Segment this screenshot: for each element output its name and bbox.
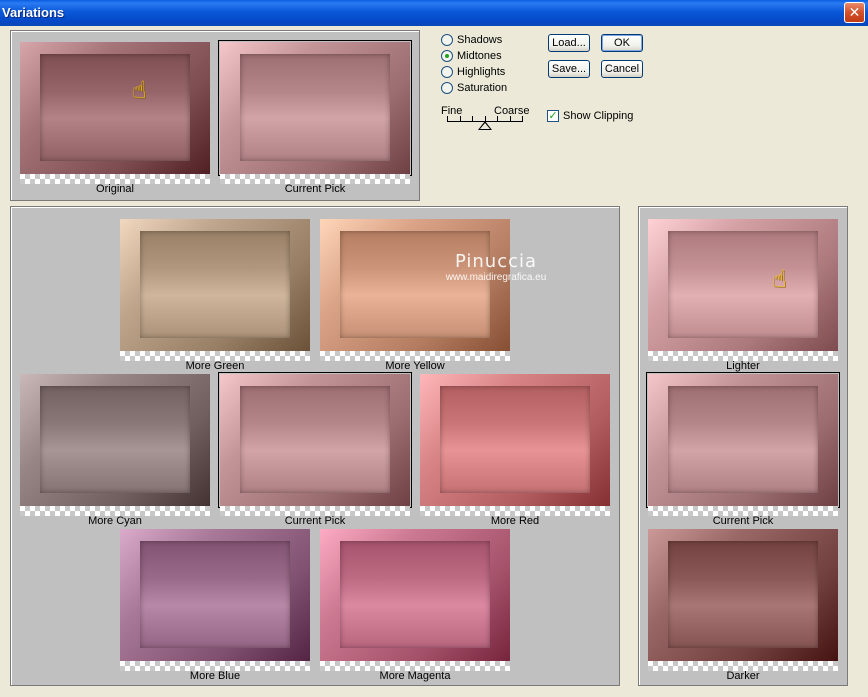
more-cyan-caption: More Cyan <box>88 515 142 527</box>
radio-highlights[interactable]: Highlights <box>441 66 505 78</box>
more-blue-caption: More Blue <box>189 670 241 682</box>
right-current-pick-thumbnail[interactable]: Current Pick <box>646 372 840 527</box>
pointing-hand-icon: ☝ <box>772 266 787 293</box>
window-title: Variations <box>2 5 65 20</box>
slider-thumb[interactable] <box>478 121 492 130</box>
original-thumbnail: Original ☝ <box>20 42 210 195</box>
color-variations-group: More Green More Yellow Pinuccia www.maid… <box>10 206 620 686</box>
radio-saturation[interactable]: Saturation <box>441 82 507 94</box>
current-pick-thumbnail: Current Pick <box>218 40 412 195</box>
title-bar: Variations ✕ <box>0 0 868 26</box>
radio-midtones[interactable]: Midtones <box>441 50 502 62</box>
darker-thumbnail[interactable]: Darker <box>648 529 838 682</box>
more-magenta-caption: More Magenta <box>379 670 451 682</box>
more-yellow-thumbnail[interactable]: More Yellow <box>320 219 510 372</box>
original-caption: Original <box>96 183 134 195</box>
cancel-button[interactable]: Cancel <box>601 60 643 78</box>
more-cyan-thumbnail[interactable]: More Cyan <box>20 374 210 527</box>
radio-button[interactable] <box>441 66 453 78</box>
more-red-caption: More Red <box>490 515 540 527</box>
ok-button[interactable]: OK <box>601 34 643 52</box>
more-green-thumbnail[interactable]: More Green <box>120 219 310 372</box>
more-red-thumbnail[interactable]: More Red <box>420 374 610 527</box>
more-green-caption: More Green <box>185 360 245 372</box>
show-clipping-checkbox[interactable]: ✓ Show Clipping <box>547 110 633 122</box>
pointing-hand-icon: ☝ <box>132 77 147 104</box>
close-button[interactable]: ✕ <box>844 2 865 23</box>
current-pick-caption: Current Pick <box>284 183 346 195</box>
current-pick-frame <box>218 40 412 176</box>
lighter-caption: Lighter <box>726 360 760 372</box>
save-button[interactable]: Save... <box>548 60 590 78</box>
radio-button[interactable] <box>441 82 453 94</box>
more-magenta-thumbnail[interactable]: More Magenta <box>320 529 510 682</box>
brightness-group: Lighter ☝ Current Pick Darker <box>638 206 848 686</box>
slider-coarse-label: Coarse <box>494 105 530 117</box>
right-current-pick-caption: Current Pick <box>712 515 774 527</box>
radio-shadows[interactable]: Shadows <box>441 34 502 46</box>
dialog-client: Original ☝ Current Pick Shadows Midtones… <box>0 26 868 697</box>
center-current-pick-caption: Current Pick <box>284 515 346 527</box>
watermark: Pinuccia www.maidiregrafica.eu <box>445 251 547 283</box>
radio-button[interactable] <box>441 50 453 62</box>
darker-caption: Darker <box>726 670 760 682</box>
checkbox[interactable]: ✓ <box>547 110 559 122</box>
close-icon: ✕ <box>848 4 861 20</box>
radio-button[interactable] <box>441 34 453 46</box>
more-blue-thumbnail[interactable]: More Blue <box>120 529 310 682</box>
more-yellow-caption: More Yellow <box>385 360 445 372</box>
load-button[interactable]: Load... <box>548 34 590 52</box>
center-current-pick-thumbnail[interactable]: Current Pick <box>218 372 412 527</box>
lighter-thumbnail[interactable]: Lighter ☝ <box>648 219 838 372</box>
original-frame <box>20 42 210 174</box>
preview-group: Original ☝ Current Pick <box>10 30 420 201</box>
